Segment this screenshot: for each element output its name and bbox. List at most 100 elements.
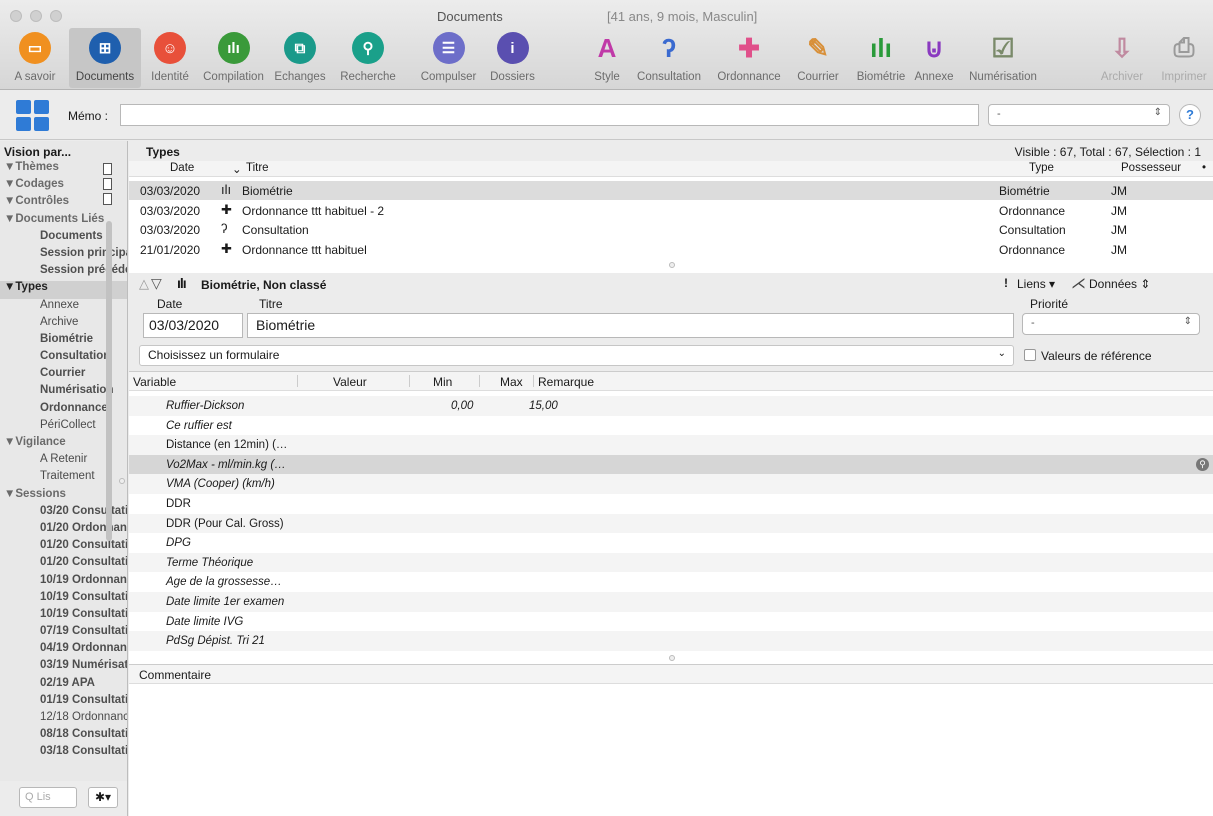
- toolbar-annexe-button[interactable]: ⊍ Annexe: [913, 28, 955, 88]
- close-window-button[interactable]: [10, 10, 22, 22]
- memo-input[interactable]: [120, 104, 979, 126]
- table-row[interactable]: 03/03/2020 ʔ Consultation Consultation JM: [129, 220, 1213, 239]
- variable-row[interactable]: Ruffier-Dickson 0,00 15,00: [129, 396, 1213, 416]
- variable-name: Terme Théorique: [166, 556, 254, 569]
- col-min[interactable]: Min: [433, 375, 452, 389]
- toolbar-num-risation-button[interactable]: ☑ Numérisation: [958, 28, 1048, 88]
- sidebar-item[interactable]: 03/19 Numérisation: [0, 659, 127, 676]
- toolbar-echanges-button[interactable]: ⧉ Echanges: [273, 28, 327, 88]
- view-mode-icons[interactable]: [103, 163, 115, 208]
- variable-row[interactable]: Terme Théorique: [129, 552, 1213, 573]
- search-icon[interactable]: ⚲: [1196, 457, 1209, 471]
- prev-arrow-icon[interactable]: △: [139, 276, 149, 292]
- toolbar-documents-button[interactable]: ⊞ Documents: [69, 28, 141, 88]
- col-variable[interactable]: Variable: [133, 375, 176, 389]
- split-icon[interactable]: ⋌: [1071, 274, 1086, 292]
- sidebar-item[interactable]: 01/19 Consultation: [0, 694, 127, 711]
- table-row[interactable]: 21/01/2020 ✚ Ordonnance ttt habituel Ordonn…: [129, 240, 1213, 259]
- biometrie-icon: ılı: [870, 32, 892, 63]
- variable-row[interactable]: Date limite IVG: [129, 612, 1213, 632]
- date-field[interactable]: 03/03/2020: [143, 313, 243, 338]
- toolbar-identit--button[interactable]: ☺ Identité: [145, 28, 195, 88]
- sidebar-item[interactable]: 02/19 APA: [0, 677, 127, 694]
- types-column-header: Date ⌄ Titre Type Possesseur •: [129, 161, 1213, 177]
- form-template-select[interactable]: Choisissez un formulaire ⌄: [139, 345, 1014, 366]
- toolbar-dossiers-button[interactable]: i Dossiers: [485, 28, 540, 88]
- col-max[interactable]: Max: [500, 375, 523, 389]
- toolbar-compilation-button[interactable]: ılı Compilation: [197, 28, 270, 88]
- next-arrow-icon[interactable]: ▽: [151, 275, 162, 292]
- row-type: Ordonnance: [999, 203, 1066, 218]
- variable-row[interactable]: DPG: [129, 533, 1213, 553]
- col-valeur[interactable]: Valeur: [333, 375, 367, 389]
- sort-chevron-icon[interactable]: ⌄: [232, 162, 242, 176]
- col-possesseur[interactable]: Possesseur: [1121, 162, 1181, 174]
- comment-splitter-handle[interactable]: [669, 655, 675, 661]
- row-owner: JM: [1111, 184, 1127, 198]
- toolbar-archiver-button[interactable]: ⇩ Archiver: [1098, 28, 1146, 88]
- toolbar-recherche-button[interactable]: ⚲ Recherche: [327, 28, 409, 88]
- sidebar-item[interactable]: 01/20 Consultation: [0, 539, 127, 556]
- splitter-handle[interactable]: [669, 262, 675, 268]
- view-icon[interactable]: [103, 163, 112, 175]
- reference-values-checkbox[interactable]: [1024, 349, 1036, 361]
- toolbar-biom-trie-button[interactable]: ılı Biométrie: [849, 28, 913, 88]
- variable-row[interactable]: Ce ruffier est: [129, 416, 1213, 436]
- priority-select[interactable]: - ⇕: [1022, 313, 1200, 335]
- variable-row[interactable]: DDR (Pour Cal. Gross): [129, 513, 1213, 534]
- window-controls[interactable]: [10, 10, 62, 22]
- toolbar-label: Ordonnance: [717, 71, 781, 83]
- toolbar-courrier-button[interactable]: ✎ Courrier: [791, 28, 845, 88]
- toolbar-ordonnance-button[interactable]: ✚ Ordonnance: [707, 28, 791, 88]
- toolbar-consultation-button[interactable]: ʔ Consultation: [631, 28, 707, 88]
- donnees-menu[interactable]: Données ⇕: [1089, 277, 1150, 291]
- variable-row[interactable]: PdSg Dépist. Tri 21: [129, 631, 1213, 651]
- col-titre[interactable]: Titre: [246, 162, 269, 174]
- sidebar-item[interactable]: 10/19 Consultation: [0, 608, 127, 625]
- toolbar-style-button[interactable]: A Style: [587, 28, 627, 88]
- toolbar-imprimer-button[interactable]: ⎙ Imprimer: [1156, 28, 1212, 88]
- sidebar-item[interactable]: 01/20 Consultation: [0, 556, 127, 573]
- sidebar: Vision par... ▼Thèmes ▼Codages ▼Contrôles ▼…: [0, 141, 128, 781]
- variable-row[interactable]: Distance (en 12min) (…: [129, 435, 1213, 455]
- variable-row[interactable]: Date limite 1er examen: [129, 592, 1213, 612]
- table-row[interactable]: 03/03/2020 ✚ Ordonnance ttt habituel - 2 Or…: [129, 201, 1213, 220]
- chevron-updown-icon: ⇕: [1183, 316, 1192, 327]
- sidebar-item[interactable]: 08/18 Consultation: [0, 728, 127, 745]
- row-date: 03/03/2020: [140, 223, 201, 237]
- help-button[interactable]: ?: [1179, 104, 1201, 126]
- gear-icon[interactable]: ✱▾: [88, 787, 118, 808]
- sidebar-item[interactable]: 04/19 Ordonnance: [0, 642, 127, 659]
- sidebar-item[interactable]: 07/19 Consultation: [0, 625, 127, 642]
- variable-row[interactable]: Age de la grossesse…: [129, 572, 1213, 592]
- variable-row[interactable]: DDR: [129, 494, 1213, 514]
- sidebar-item[interactable]: 10/19 Consultation: [0, 591, 127, 608]
- sidebar-item[interactable]: 03/18 Consultation: [0, 745, 127, 762]
- liens-menu[interactable]: Liens ▾: [1017, 277, 1055, 291]
- memo-select[interactable]: - ⇕: [988, 104, 1170, 126]
- col-date[interactable]: Date: [170, 162, 194, 174]
- toolbar-a-savoir-button[interactable]: ▭ A savoir: [0, 28, 70, 88]
- title-field[interactable]: Biométrie: [247, 313, 1014, 338]
- main-toolbar: ▭ A savoir ⊞ Documents ☺ Identité ılı Compilati…: [0, 28, 1213, 88]
- table-row[interactable]: 03/03/2020 ılı Biométrie Biométrie JM: [129, 181, 1213, 200]
- comment-field[interactable]: [129, 684, 1213, 816]
- toolbar-compulser-button[interactable]: ☰ Compulser: [411, 28, 486, 88]
- variable-row[interactable]: VMA (Cooper) (km/h): [129, 474, 1213, 494]
- minimize-window-button[interactable]: [30, 10, 42, 22]
- style-icon: A: [597, 32, 617, 63]
- column-options-icon[interactable]: •: [1202, 162, 1206, 174]
- left-splitter-handle[interactable]: [119, 478, 125, 484]
- col-remarque[interactable]: Remarque: [538, 375, 594, 389]
- variable-row[interactable]: Vo2Max - ml/min.kg (… ⚲: [129, 454, 1213, 475]
- document-form: Date Titre Priorité 03/03/2020 Biométrie…: [129, 295, 1213, 371]
- list-icon[interactable]: [103, 178, 112, 190]
- col-type[interactable]: Type: [1029, 162, 1054, 174]
- sidebar-scrollbar[interactable]: [106, 221, 112, 541]
- sidebar-item[interactable]: 10/19 Ordonnance: [0, 574, 127, 591]
- sidebar-item[interactable]: 12/18 Ordonnance: [0, 711, 127, 728]
- page-icon[interactable]: [103, 193, 112, 205]
- priorite-label: Priorité: [1030, 297, 1069, 311]
- zoom-window-button[interactable]: [50, 10, 62, 22]
- sidebar-search-input[interactable]: Q Lis: [19, 787, 77, 808]
